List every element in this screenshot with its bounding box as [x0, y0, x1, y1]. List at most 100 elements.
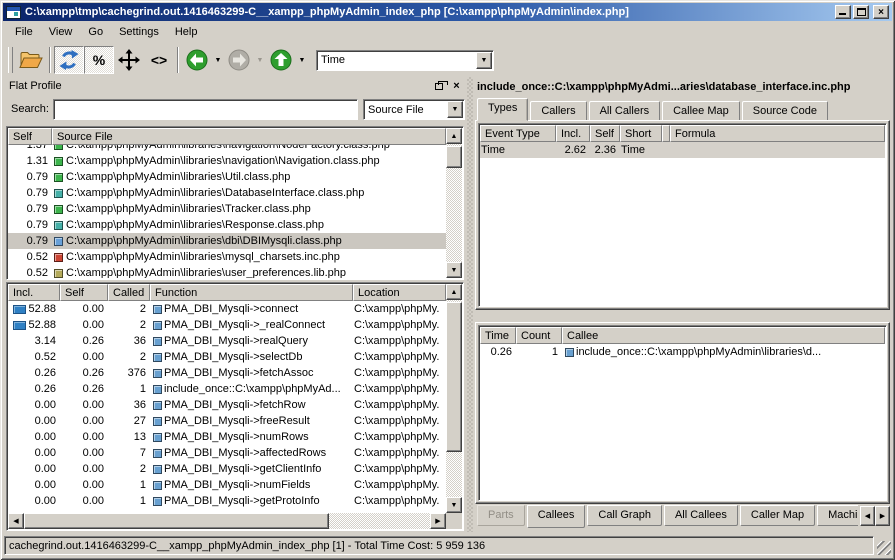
back-dropdown-arrow[interactable]: ▼ — [212, 46, 224, 74]
file-list-vscrollbar[interactable]: ▲ ▼ — [446, 128, 462, 278]
function-row[interactable]: 0.000.0036PMA_DBI_Mysqli->fetchRowC:\xam… — [8, 397, 446, 413]
column-header-self[interactable]: Self — [590, 125, 620, 142]
dock-title-bar[interactable]: Flat Profile × — [3, 77, 467, 95]
function-row[interactable]: 0.000.0027PMA_DBI_Mysqli->freeResultC:\x… — [8, 413, 446, 429]
tab-caller-map[interactable]: Caller Map — [740, 505, 815, 526]
column-header-callee[interactable]: Callee — [562, 327, 885, 344]
scrollbar-track[interactable] — [446, 300, 462, 497]
file-row[interactable]: 0.79C:\xampp\phpMyAdmin\libraries\Tracke… — [8, 201, 446, 217]
menu-settings[interactable]: Settings — [111, 23, 167, 41]
function-row[interactable]: 3.140.2636PMA_DBI_Mysqli->realQueryC:\xa… — [8, 333, 446, 349]
bottom-tab-bar: PartsCalleesCall GraphAll CalleesCaller … — [477, 505, 858, 529]
tab-all-callers[interactable]: All Callers — [589, 101, 661, 121]
scrollbar-track[interactable] — [446, 144, 462, 262]
scroll-right-icon[interactable]: ▶ — [430, 513, 446, 529]
tab-machine[interactable]: Machine — [817, 505, 858, 526]
column-header-formula[interactable]: Formula — [670, 125, 885, 142]
event-type-row[interactable]: Time2.622.36Time — [480, 142, 885, 158]
column-header-incl[interactable]: Incl. — [556, 125, 590, 142]
scroll-down-icon[interactable]: ▼ — [446, 262, 462, 278]
back-button[interactable] — [182, 46, 212, 74]
file-row[interactable]: 1.37C:\xampp\phpMyAdmin\libraries\naviga… — [8, 145, 446, 153]
scrollbar-thumb[interactable] — [446, 146, 462, 168]
column-header-function[interactable]: Function — [150, 284, 353, 301]
column-header-incl[interactable]: Incl. — [8, 284, 60, 301]
resize-grip[interactable] — [877, 541, 891, 555]
tab-callees[interactable]: Callees — [527, 505, 586, 528]
toolbar-handle[interactable] — [8, 47, 13, 73]
expand-areas-button[interactable] — [114, 46, 144, 74]
column-header-called[interactable]: Called — [108, 284, 150, 301]
open-file-button[interactable] — [16, 46, 46, 74]
function-row[interactable]: 0.000.001PMA_DBI_Mysqli->getProtoInfoC:\… — [8, 493, 446, 509]
function-row[interactable]: 0.000.001PMA_DBI_Mysqli->numFieldsC:\xam… — [8, 477, 446, 493]
tab-scroll-left-icon[interactable]: ◀ — [860, 506, 875, 526]
tab-callee-map[interactable]: Callee Map — [662, 101, 740, 121]
file-row[interactable]: 0.52C:\xampp\phpMyAdmin\libraries\mysql_… — [8, 249, 446, 265]
up-button[interactable] — [266, 46, 296, 74]
column-header-location[interactable]: Location — [353, 284, 446, 301]
file-row[interactable]: 0.79C:\xampp\phpMyAdmin\libraries\dbi\DB… — [8, 233, 446, 249]
tab-scroll-right-icon[interactable]: ▶ — [875, 506, 890, 526]
function-row[interactable]: 52.880.002PMA_DBI_Mysqli->_realConnectC:… — [8, 317, 446, 333]
tab-call-graph[interactable]: Call Graph — [587, 505, 662, 526]
close-button[interactable]: × — [873, 5, 889, 19]
dock-float-button[interactable] — [432, 80, 445, 92]
scrollbar-thumb[interactable] — [24, 513, 329, 529]
reload-button[interactable] — [54, 46, 84, 74]
horizontal-splitter[interactable] — [475, 310, 890, 322]
tab-source-code[interactable]: Source Code — [742, 101, 828, 121]
scroll-left-icon[interactable]: ◀ — [8, 513, 24, 529]
percent-toggle-button[interactable]: % — [84, 46, 114, 74]
function-row[interactable]: 0.260.26376PMA_DBI_Mysqli->fetchAssocC:\… — [8, 365, 446, 381]
search-input[interactable] — [53, 99, 358, 120]
file-row[interactable]: 0.79C:\xampp\phpMyAdmin\libraries\Respon… — [8, 217, 446, 233]
scroll-down-icon[interactable]: ▼ — [446, 497, 462, 513]
function-table-hscrollbar[interactable]: ◀ ▶ — [8, 513, 446, 529]
forward-dropdown-arrow[interactable]: ▼ — [254, 46, 266, 74]
function-row[interactable]: 0.000.0013PMA_DBI_Mysqli->numRowsC:\xamp… — [8, 429, 446, 445]
relative-cost-button[interactable]: <> — [144, 46, 174, 74]
callee-row[interactable]: 0.261include_once::C:\xampp\phpMyAdmin\l… — [480, 344, 885, 360]
forward-button[interactable] — [224, 46, 254, 74]
file-row[interactable]: 0.79C:\xampp\phpMyAdmin\libraries\Databa… — [8, 185, 446, 201]
tab-all-callees[interactable]: All Callees — [664, 505, 738, 526]
function-table: Incl.SelfCalledFunctionLocation 52.880.0… — [6, 282, 464, 531]
dock-close-button[interactable]: × — [450, 80, 463, 92]
column-header-short[interactable]: Short — [620, 125, 662, 142]
function-row[interactable]: 0.000.007PMA_DBI_Mysqli->affectedRowsC:\… — [8, 445, 446, 461]
grouping-combobox[interactable]: Source File ▼ — [363, 99, 465, 120]
file-row[interactable]: 0.52C:\xampp\phpMyAdmin\libraries\user_p… — [8, 265, 446, 278]
file-row[interactable]: 1.31C:\xampp\phpMyAdmin\libraries\naviga… — [8, 153, 446, 169]
title-bar[interactable]: C:\xampp\tmp\cachegrind.out.1416463299-C… — [3, 3, 892, 21]
file-row[interactable]: 0.79C:\xampp\phpMyAdmin\libraries\Util.c… — [8, 169, 446, 185]
menu-file[interactable]: File — [7, 23, 41, 41]
column-header-count[interactable]: Count — [516, 327, 562, 344]
function-row[interactable]: 0.260.261include_once::C:\xampp\phpMyAd.… — [8, 381, 446, 397]
function-row[interactable]: 0.520.002PMA_DBI_Mysqli->selectDbC:\xamp… — [8, 349, 446, 365]
menu-view[interactable]: View — [41, 23, 81, 41]
scroll-up-icon[interactable]: ▲ — [446, 128, 462, 144]
menu-help[interactable]: Help — [167, 23, 206, 41]
function-row[interactable]: 0.000.002PMA_DBI_Mysqli->getClientInfoC:… — [8, 461, 446, 477]
column-header-event-type[interactable]: Event Type — [480, 125, 556, 142]
column-header-self[interactable]: Self — [8, 128, 52, 145]
minimize-button[interactable] — [835, 5, 851, 19]
file-type-icon — [54, 205, 63, 214]
scrollbar-track[interactable] — [24, 513, 430, 529]
menu-go[interactable]: Go — [80, 23, 111, 41]
maximize-button[interactable] — [853, 5, 869, 19]
scrollbar-thumb[interactable] — [446, 302, 462, 452]
event-type-combobox[interactable]: Time ▼ — [316, 50, 494, 71]
up-dropdown-arrow[interactable]: ▼ — [296, 46, 308, 74]
tab-types[interactable]: Types — [477, 98, 528, 121]
function-row[interactable]: 52.880.002PMA_DBI_Mysqli->connectC:\xamp… — [8, 301, 446, 317]
tab-callers[interactable]: Callers — [530, 101, 586, 121]
combobox-dropdown-icon[interactable]: ▼ — [476, 52, 492, 69]
column-header-time[interactable]: Time — [480, 327, 516, 344]
combobox-dropdown-icon[interactable]: ▼ — [447, 101, 463, 118]
column-header-self[interactable]: Self — [60, 284, 108, 301]
scroll-up-icon[interactable]: ▲ — [446, 284, 462, 300]
function-table-vscrollbar[interactable]: ▲ ▼ — [446, 284, 462, 513]
column-header-source-file[interactable]: Source File — [52, 128, 446, 145]
